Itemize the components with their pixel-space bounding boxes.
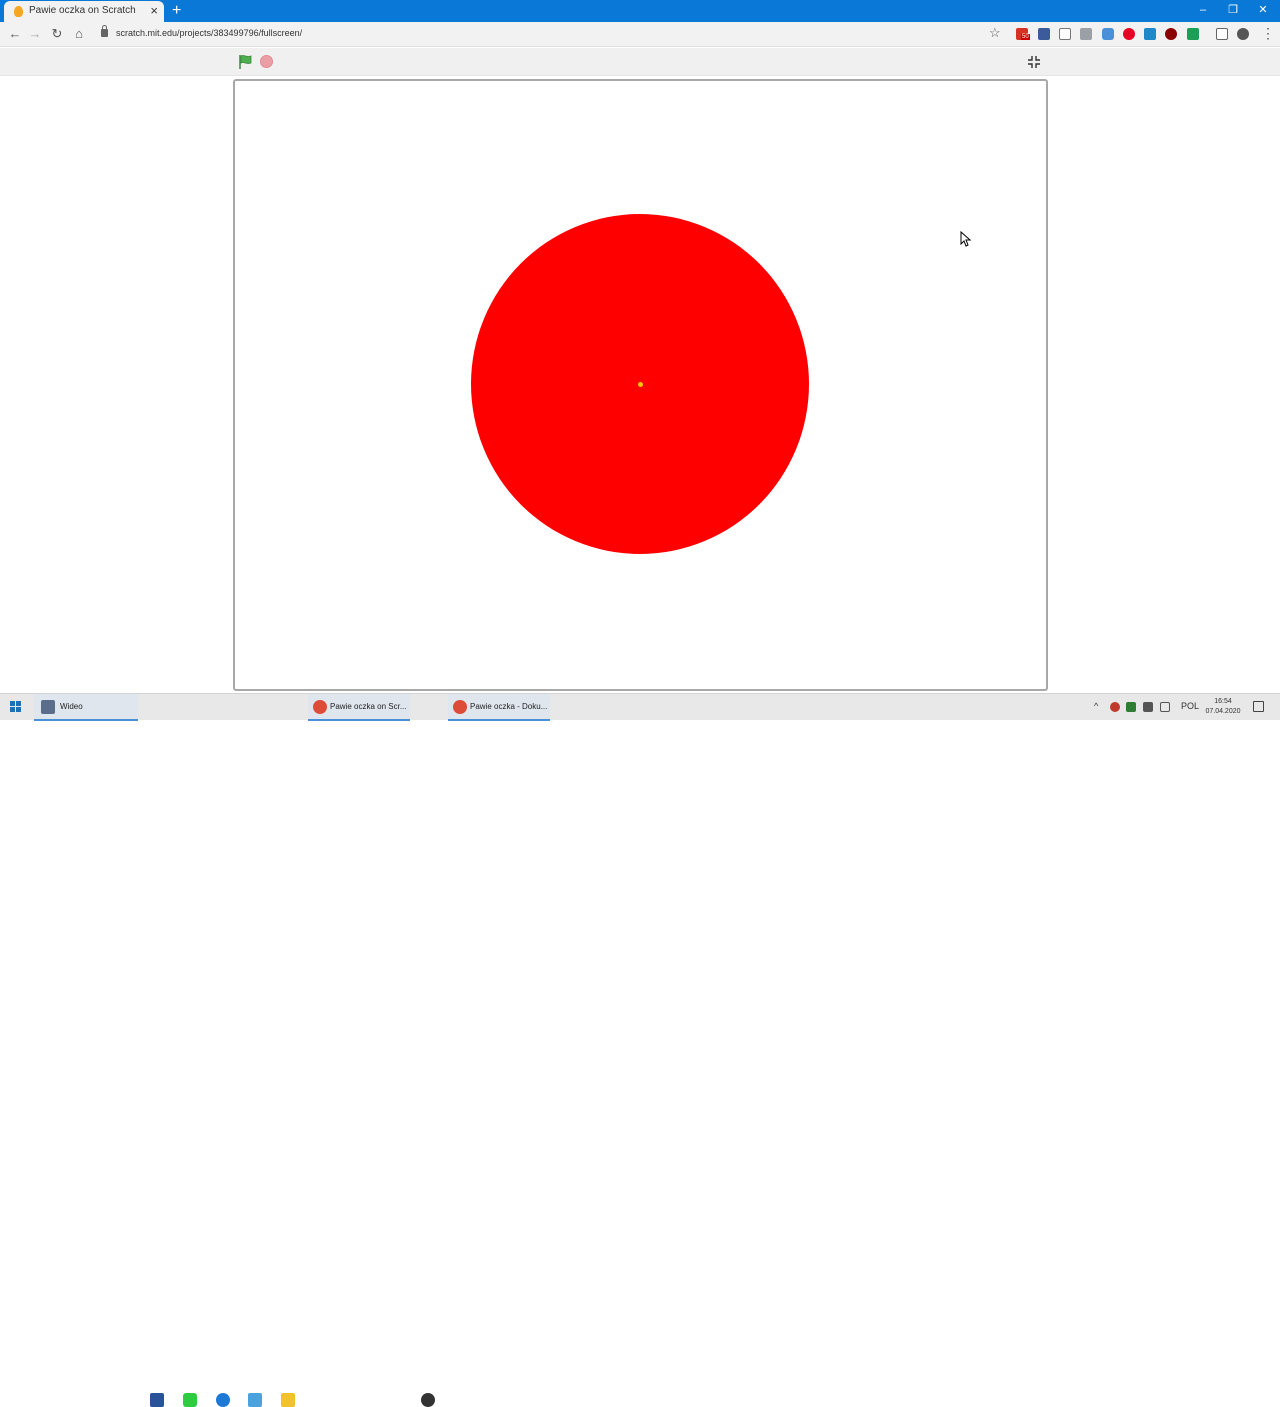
exit-fullscreen-icon[interactable] xyxy=(1027,55,1041,69)
scratch-controls-bar xyxy=(0,48,1280,76)
lock-icon[interactable] xyxy=(101,25,108,37)
tab-close-button[interactable]: × xyxy=(150,3,158,19)
pocket-extension-icon[interactable] xyxy=(1038,28,1050,40)
browser-tab[interactable]: Pawie oczka on Scratch × xyxy=(4,1,164,22)
chrome-icon xyxy=(453,700,467,714)
forward-button[interactable]: → xyxy=(27,26,43,42)
restore-button[interactable]: ❐ xyxy=(1218,2,1248,18)
taskbar-label: Pawie oczka - Doku... xyxy=(470,702,548,711)
clock-time: 16:54 xyxy=(1214,698,1232,705)
taskbar-app-icon[interactable] xyxy=(150,1393,164,1407)
pinterest-extension-icon[interactable] xyxy=(1123,28,1135,40)
windows-start-icon[interactable] xyxy=(10,701,22,713)
clock-date: 07.04.2020 xyxy=(1205,708,1241,715)
tray-chevron-icon[interactable]: ^ xyxy=(1094,701,1098,711)
taskbar-app-icon[interactable] xyxy=(216,1393,230,1407)
windows-taskbar: Wideo Pawie oczka on Scr... Pawie oczka … xyxy=(0,693,1280,1407)
translate-extension-icon[interactable] xyxy=(1144,28,1156,40)
obs-icon[interactable] xyxy=(421,1393,435,1407)
taskbar-label: Pawie oczka on Scr... xyxy=(330,702,407,711)
bookmark-star-icon[interactable]: ☆ xyxy=(989,25,1001,41)
taskbar-item-wideo[interactable]: Wideo xyxy=(34,694,138,721)
taskbar-label: Wideo xyxy=(60,702,83,711)
puzzle-extension-icon[interactable] xyxy=(1080,28,1092,40)
gmail-extension-icon[interactable]: 50 xyxy=(1016,28,1030,40)
language-indicator[interactable]: POL xyxy=(1181,701,1199,711)
profile-avatar[interactable] xyxy=(1237,28,1249,40)
scratch-stage[interactable] xyxy=(233,79,1048,691)
notifications-icon[interactable] xyxy=(1253,701,1264,712)
video-folder-icon xyxy=(41,700,55,714)
minimize-button[interactable]: – xyxy=(1188,2,1218,18)
taskbar-item-chrome-docs[interactable]: Pawie oczka - Doku... xyxy=(448,694,550,721)
taskbar-clock[interactable]: 16:54 07.04.2020 xyxy=(1200,697,1246,717)
browser-menu-button[interactable]: ⋮ xyxy=(1261,25,1275,42)
taskbar-app-icon[interactable] xyxy=(183,1393,197,1407)
screen-extension-icon[interactable] xyxy=(1102,28,1114,40)
clipper-extension-icon[interactable] xyxy=(1059,28,1071,40)
browser-tab-strip: Pawie oczka on Scratch × + – ❐ ✕ xyxy=(0,0,1280,22)
extension-badge: 50 xyxy=(1021,34,1030,40)
sprite-center-dot xyxy=(638,382,643,387)
ublock-extension-icon[interactable] xyxy=(1165,28,1177,40)
green-flag-icon[interactable] xyxy=(238,54,254,70)
battery-icon[interactable] xyxy=(1143,702,1153,712)
tray-app-icon[interactable] xyxy=(1126,702,1136,712)
red-circle-sprite[interactable] xyxy=(471,214,809,554)
network-icon[interactable] xyxy=(1160,702,1170,712)
taskbar-item-chrome-scratch[interactable]: Pawie oczka on Scr... xyxy=(308,694,410,721)
address-bar[interactable]: scratch.mit.edu/projects/383499796/fulls… xyxy=(116,28,302,38)
chrome-icon xyxy=(313,700,327,714)
sheets-extension-icon[interactable] xyxy=(1187,28,1199,40)
reload-button[interactable]: ↻ xyxy=(49,26,65,42)
tray-app-icon[interactable] xyxy=(1110,702,1120,712)
browser-toolbar: ← → ↻ ⌂ scratch.mit.edu/projects/3834997… xyxy=(0,22,1280,47)
mouse-cursor-icon xyxy=(960,231,972,247)
close-window-button[interactable]: ✕ xyxy=(1248,2,1278,18)
taskbar-app-icon[interactable] xyxy=(281,1393,295,1407)
new-tab-button[interactable]: + xyxy=(172,1,181,21)
stop-icon[interactable] xyxy=(260,55,273,68)
back-button[interactable]: ← xyxy=(7,26,23,42)
tab-title: Pawie oczka on Scratch xyxy=(29,5,136,16)
taskbar-app-icon[interactable] xyxy=(248,1393,262,1407)
cast-icon[interactable] xyxy=(1216,28,1228,40)
scratch-favicon-icon xyxy=(14,6,23,17)
home-button[interactable]: ⌂ xyxy=(71,26,87,42)
